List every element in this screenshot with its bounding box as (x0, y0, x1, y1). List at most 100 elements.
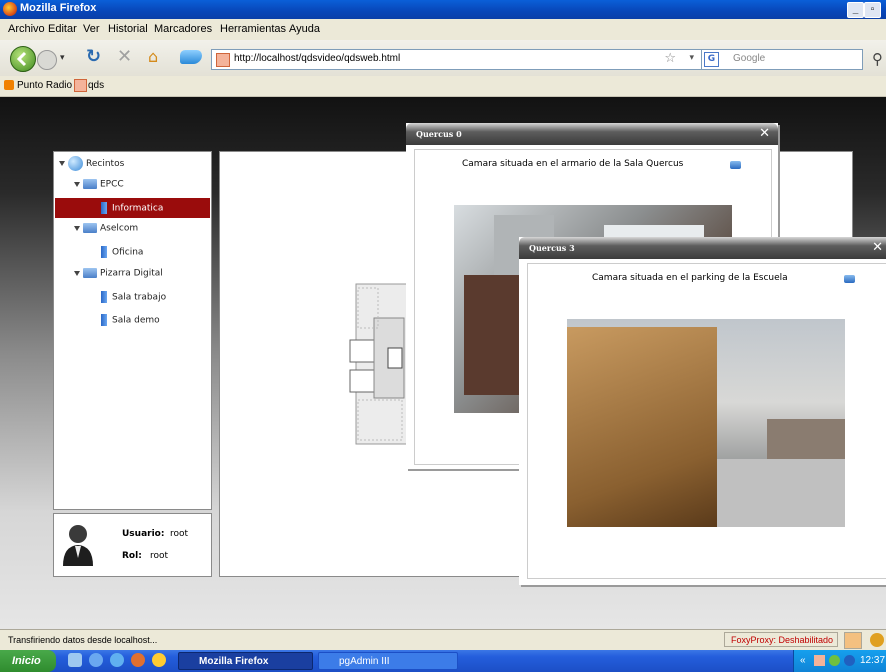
tree-item-label: Sala demo (112, 315, 160, 326)
expand-arrow-icon (59, 161, 65, 166)
tree-item-aselcom[interactable]: Aselcom (74, 223, 138, 234)
menu-archivo[interactable]: Archivo (8, 23, 45, 35)
minimize-button[interactable]: _ (847, 2, 864, 18)
tree-item-label: EPCC (100, 179, 124, 190)
window-title: Mozilla Firefox (20, 2, 97, 14)
back-arrow-icon (16, 51, 27, 67)
addon-status-icon[interactable] (870, 633, 884, 647)
status-text: Transfiriendo datos desde localhost... (8, 635, 158, 645)
room-icon (101, 202, 107, 214)
page-content: Recintos EPCC Informatica Aselcom Oficin… (0, 97, 886, 629)
menu-historial[interactable]: Historial (108, 23, 148, 35)
tree-item-epcc[interactable]: EPCC (74, 179, 124, 190)
window-header[interactable]: Quercus 0 ✕ (406, 123, 778, 145)
tray-info-icon[interactable] (844, 655, 855, 666)
room-icon (101, 246, 107, 258)
user-value: root (170, 529, 189, 539)
home-icon[interactable]: ⌂ (148, 47, 158, 66)
camera-caption: Camara situada en el parking de la Escue… (592, 273, 788, 283)
tree-item-pizarra-digital[interactable]: Pizarra Digital (74, 268, 163, 279)
tree-root[interactable]: Recintos (59, 156, 124, 171)
url-dropdown-icon[interactable]: ▾ (689, 53, 694, 63)
search-placeholder: Google (733, 53, 766, 64)
tree-item-label: Aselcom (100, 223, 139, 234)
taskbar-item-firefox[interactable]: Mozilla Firefox (178, 652, 313, 670)
tree-item-sala-demo[interactable]: Sala demo (101, 314, 160, 326)
menu-bar: Archivo Editar Ver Historial Marcadores … (0, 19, 886, 41)
punto-radio-icon (4, 80, 14, 90)
search-box[interactable]: G Google (701, 49, 863, 70)
camera-icon[interactable] (844, 275, 855, 283)
menu-marcadores[interactable]: Marcadores (154, 23, 212, 35)
tree-root-label: Recintos (86, 159, 125, 169)
qds-bookmark-icon (74, 79, 87, 92)
camera-window-quercus-3[interactable]: Quercus 3 ✕ Camara situada en el parking… (519, 237, 886, 585)
firefox-icon (3, 2, 17, 16)
quicklaunch-ie-icon[interactable] (110, 653, 124, 667)
tree-item-label: Informatica (112, 203, 164, 214)
tray-expand-icon[interactable]: « (800, 650, 806, 672)
maximize-button[interactable]: ▫ (864, 2, 881, 18)
expand-arrow-icon (74, 270, 80, 276)
tray-app-icon[interactable] (814, 655, 825, 666)
tray-network-icon[interactable] (829, 655, 840, 666)
start-button[interactable]: Inicio (0, 650, 56, 672)
role-label: Rol: (122, 551, 142, 561)
site-favicon-icon (216, 53, 230, 67)
foxyproxy-icon[interactable] (844, 632, 862, 649)
bookmark-punto-radio[interactable]: Punto Radio (17, 80, 72, 91)
back-button[interactable] (10, 46, 36, 72)
camera-video-feed[interactable] (567, 319, 845, 527)
windows-taskbar: Inicio Mozilla Firefox pgAdmin III « 12:… (0, 650, 886, 672)
window-title: Quercus 0 (416, 129, 462, 139)
menu-editar[interactable]: Editar (48, 23, 77, 35)
menu-herramientas[interactable]: Herramientas (220, 23, 286, 35)
menu-ayuda[interactable]: Ayuda (289, 23, 320, 35)
tree-item-oficina[interactable]: Oficina (101, 246, 143, 258)
foxyproxy-status[interactable]: FoxyProxy: Deshabilitado (724, 632, 838, 647)
clock: 12:37 (860, 655, 886, 666)
tree-item-label: Oficina (112, 247, 144, 258)
menu-ver[interactable]: Ver (83, 23, 100, 35)
close-icon[interactable]: ✕ (759, 126, 770, 141)
window-titlebar: Mozilla Firefox _ ▫ (0, 0, 886, 19)
reload-icon[interactable]: ↻ (86, 46, 101, 67)
status-bar: Transfiriendo datos desde localhost... F… (0, 629, 886, 651)
tree-item-informatica[interactable]: Informatica (55, 198, 210, 218)
tree-item-sala-trabajo[interactable]: Sala trabajo (101, 291, 166, 303)
forward-button[interactable] (37, 50, 57, 70)
address-url: http://localhost/qdsvideo/qdsweb.html (234, 53, 401, 64)
window-title: Quercus 3 (529, 243, 575, 253)
system-tray: « 12:37 (793, 650, 886, 672)
quicklaunch-firefox-icon[interactable] (131, 653, 145, 667)
window-header[interactable]: Quercus 3 ✕ (519, 237, 886, 259)
globe-icon (68, 156, 83, 171)
quicklaunch-desktop-icon[interactable] (68, 653, 82, 667)
quicklaunch-other-icon[interactable] (152, 653, 166, 667)
taskbar-item-pgadmin[interactable]: pgAdmin III (318, 652, 458, 670)
address-bar[interactable]: http://localhost/qdsvideo/qdsweb.html ☆ … (211, 49, 703, 70)
building-icon (83, 268, 97, 278)
expand-arrow-icon (74, 225, 80, 231)
user-panel: Usuario: root Rol: root (53, 513, 212, 577)
quicklaunch-browser-icon[interactable] (89, 653, 103, 667)
search-engine-icon[interactable]: G (704, 52, 719, 67)
room-icon (101, 291, 107, 303)
camera-icon[interactable] (730, 161, 741, 169)
bookmarks-bar: Punto Radio qds (0, 76, 886, 97)
user-avatar-icon (63, 525, 93, 566)
building-icon (83, 179, 97, 189)
history-dropdown-icon[interactable]: ▾ (60, 53, 65, 63)
camera-caption: Camara situada en el armario de la Sala … (462, 159, 684, 169)
add-on-icon[interactable] (180, 50, 202, 64)
bookmark-qds[interactable]: qds (88, 80, 104, 91)
tree-item-label: Pizarra Digital (100, 268, 163, 279)
user-label: Usuario: (122, 529, 165, 539)
stop-icon[interactable]: ✕ (117, 46, 132, 67)
tree-item-label: Sala trabajo (112, 292, 167, 303)
close-icon[interactable]: ✕ (872, 240, 883, 255)
search-magnifier-icon[interactable]: ⚲ (872, 50, 883, 68)
bookmark-star-icon[interactable]: ☆ (664, 51, 676, 66)
building-icon (83, 223, 97, 233)
room-icon (101, 314, 107, 326)
